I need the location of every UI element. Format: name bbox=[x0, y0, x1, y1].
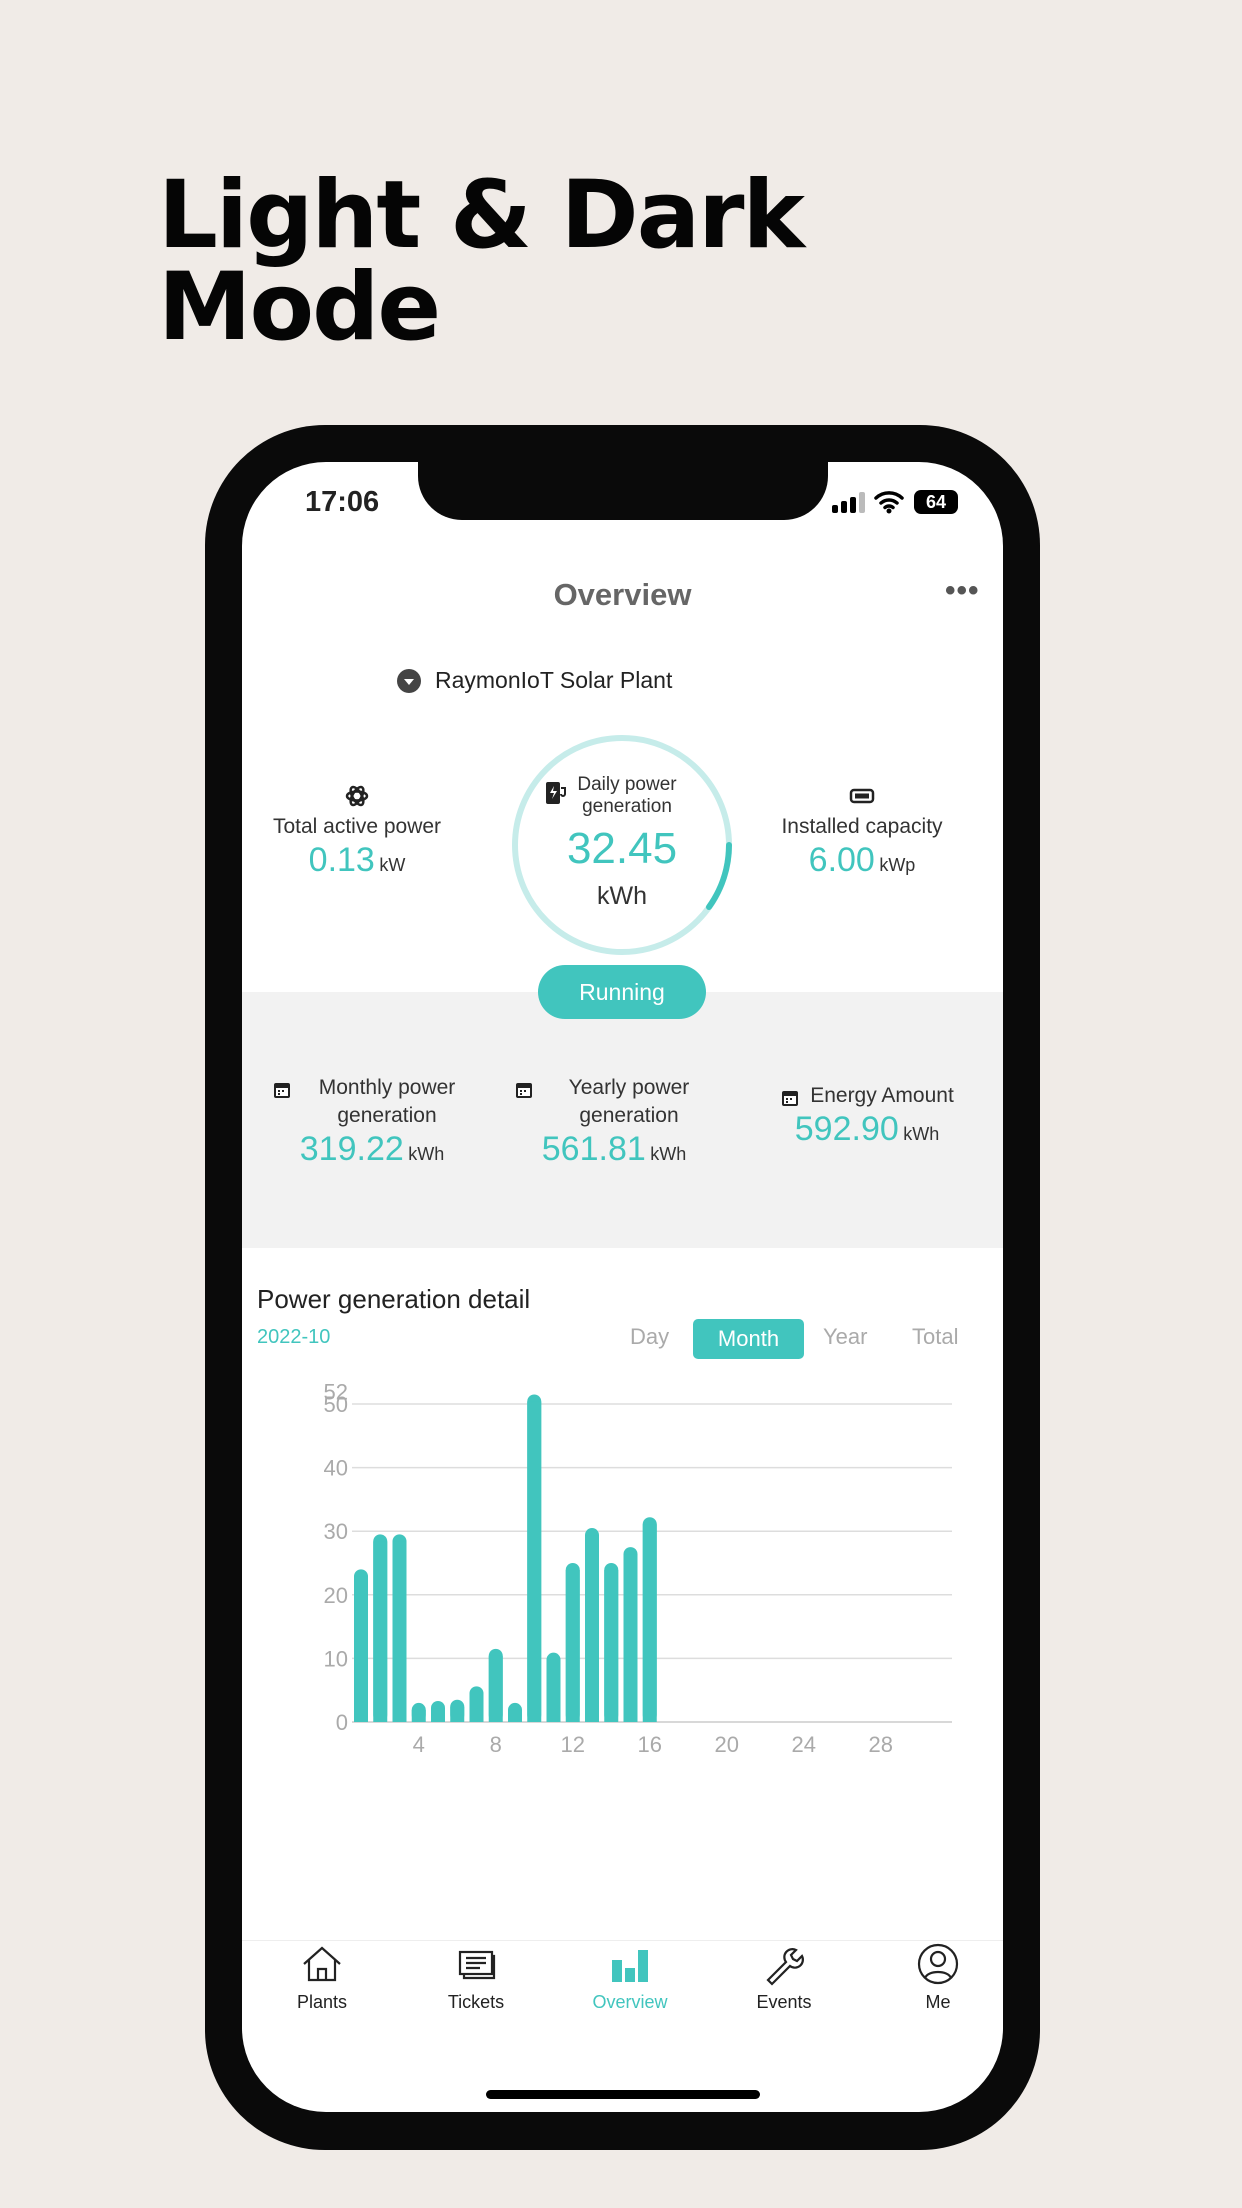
signal-icon bbox=[832, 492, 865, 513]
y-tick-label: 30 bbox=[324, 1519, 348, 1544]
summary-value: 592.90 bbox=[794, 1110, 899, 1148]
detail-title: Power generation detail bbox=[257, 1284, 531, 1314]
bar-base bbox=[604, 1570, 619, 1722]
tab-bar-divider bbox=[242, 1940, 1003, 1941]
metric-unit: kWp bbox=[879, 855, 916, 875]
home-icon bbox=[303, 1946, 341, 1982]
user-icon bbox=[917, 1943, 959, 1985]
charging-station-icon bbox=[546, 782, 566, 804]
app-screen: 17:06 64 Overview ••• RaymonIoT Solar Pl… bbox=[242, 462, 1003, 2112]
bar-base bbox=[508, 1709, 522, 1722]
ellipsis-icon[interactable]: ••• bbox=[945, 574, 980, 608]
nav-events[interactable]: Events bbox=[724, 1942, 844, 2013]
summary-item: Energy Amount 592.90 kWh bbox=[747, 1082, 987, 1149]
status-time: 17:06 bbox=[305, 486, 380, 518]
document-icon bbox=[782, 1091, 799, 1106]
bar-base bbox=[411, 1709, 426, 1722]
nav-me[interactable]: Me bbox=[878, 1942, 998, 2013]
power-chart: 01020304050524 8 12 16 20 24 28 bbox=[324, 1380, 952, 1757]
x-tick-label: 24 bbox=[792, 1732, 816, 1757]
x-tick-label: 8 bbox=[490, 1732, 502, 1757]
metric-label: Total active power bbox=[272, 815, 442, 838]
nav-label: Tickets bbox=[447, 1992, 505, 2012]
bar-base bbox=[585, 1535, 599, 1722]
summary-item: Monthly power generation 319.22 kWh bbox=[262, 1074, 482, 1169]
bar-base bbox=[546, 1659, 561, 1722]
total-active-power: Total active power 0.13 kW bbox=[272, 784, 442, 880]
metric-label: Installed capacity bbox=[781, 815, 943, 838]
summary-unit: kWh bbox=[408, 1144, 445, 1164]
battery-icon: 64 bbox=[914, 490, 958, 514]
calendar-icon bbox=[516, 1083, 532, 1098]
headline: Light & Dark Mode bbox=[158, 161, 805, 362]
tab-day[interactable]: Day bbox=[630, 1324, 669, 1350]
bar-chart-icon bbox=[612, 1950, 648, 1982]
x-tick-label: 12 bbox=[561, 1732, 585, 1757]
summary-value: 561.81 bbox=[541, 1130, 646, 1168]
home-indicator bbox=[486, 2090, 760, 2099]
summary-value: 319.22 bbox=[299, 1130, 404, 1168]
y-tick-label: 40 bbox=[324, 1456, 348, 1481]
metric-value: 6.00 bbox=[808, 841, 875, 879]
headline-line: Mode bbox=[158, 253, 441, 362]
metric-unit: kW bbox=[379, 855, 406, 875]
bar-base bbox=[354, 1576, 368, 1722]
bar-base bbox=[565, 1570, 580, 1722]
bar-base bbox=[373, 1541, 388, 1722]
plant-selector[interactable]: RaymonIoT Solar Plant bbox=[397, 667, 672, 694]
dropdown-icon bbox=[397, 668, 421, 693]
y-tick-label: 0 bbox=[336, 1710, 348, 1735]
plant-name: RaymonIoT Solar Plant bbox=[435, 667, 673, 693]
bar-base bbox=[431, 1708, 445, 1722]
nav-plants[interactable]: Plants bbox=[262, 1942, 382, 2013]
daily-unit: kWh bbox=[597, 882, 647, 910]
bar-base bbox=[642, 1524, 657, 1722]
bar-base bbox=[392, 1541, 407, 1722]
bar-base bbox=[488, 1655, 503, 1722]
nav-overview[interactable]: Overview bbox=[570, 1942, 690, 2013]
x-tick-label: 16 bbox=[638, 1732, 662, 1757]
nav-tickets[interactable]: Tickets bbox=[416, 1942, 536, 2013]
summary-label: Monthly power generation bbox=[318, 1076, 456, 1127]
daily-value: 32.45 bbox=[566, 824, 678, 873]
installed-capacity: Installed capacity 6.00 kWp bbox=[772, 784, 952, 880]
bar-base bbox=[469, 1693, 484, 1722]
y-tick-label: 52 bbox=[324, 1380, 348, 1404]
x-tick-label: 20 bbox=[715, 1732, 739, 1757]
notch bbox=[418, 462, 828, 520]
detail-date[interactable]: 2022-10 bbox=[257, 1326, 330, 1349]
atom-icon bbox=[345, 785, 369, 807]
summary-label: Yearly power generation bbox=[568, 1076, 690, 1127]
tickets-icon bbox=[458, 1950, 496, 1980]
x-tick-label: 28 bbox=[869, 1732, 893, 1757]
tab-year[interactable]: Year bbox=[823, 1324, 867, 1350]
tab-total[interactable]: Total bbox=[912, 1324, 958, 1350]
nav-label: Events bbox=[756, 1992, 812, 2012]
tab-month[interactable]: Month bbox=[693, 1319, 804, 1359]
wrench-icon bbox=[766, 1948, 804, 1986]
summary-label: Energy Amount bbox=[810, 1084, 954, 1107]
nav-label: Overview bbox=[592, 1992, 668, 2012]
nav-label: Me bbox=[925, 1992, 951, 2012]
headline-line: Light & Dark bbox=[158, 161, 805, 270]
y-tick-label: 20 bbox=[324, 1583, 348, 1608]
summary-item: Yearly power generation 561.81 kWh bbox=[504, 1074, 724, 1169]
bar-base bbox=[623, 1554, 638, 1722]
y-tick-label: 10 bbox=[324, 1646, 348, 1671]
summary-unit: kWh bbox=[650, 1144, 687, 1164]
metric-value: 0.13 bbox=[308, 841, 375, 879]
status-badge: Running bbox=[538, 965, 706, 1019]
summary-unit: kWh bbox=[903, 1124, 940, 1144]
daily-label: Daily power generation bbox=[577, 774, 677, 817]
bar-base bbox=[450, 1706, 465, 1722]
x-tick-label: 4 bbox=[413, 1732, 425, 1757]
nav-label: Plants bbox=[296, 1992, 348, 2012]
bar-base bbox=[527, 1401, 542, 1722]
wifi-icon bbox=[874, 491, 904, 514]
page-title: Overview bbox=[553, 577, 692, 612]
calendar-icon bbox=[274, 1083, 290, 1098]
battery-capacity-icon bbox=[849, 788, 875, 804]
